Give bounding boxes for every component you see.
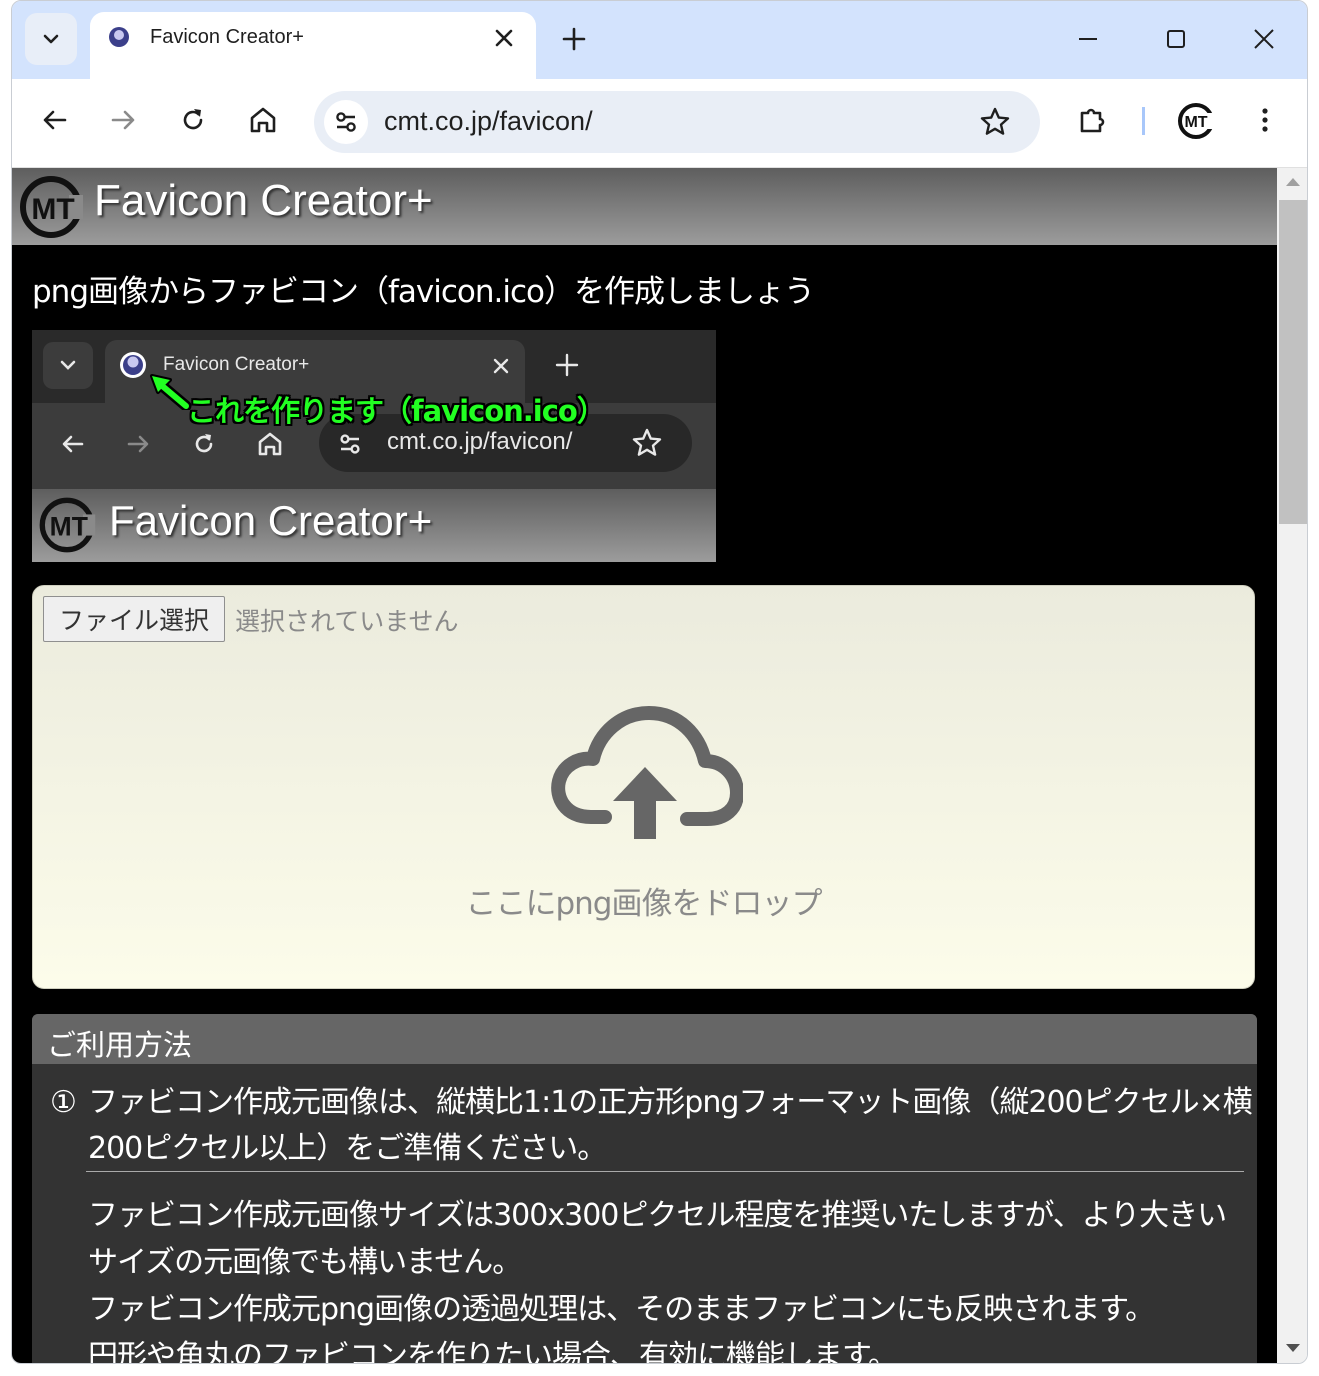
close-icon[interactable] <box>492 26 516 50</box>
usage-title: ご利用方法 <box>47 1028 193 1062</box>
chevron-down-icon <box>43 34 59 44</box>
note-line: 円形や角丸のファビコンを作りたい場合、有効に機能します。 <box>88 1339 898 1364</box>
reload-icon[interactable] <box>176 103 210 137</box>
demo-annotation: これを作ります（favicon.ico） <box>187 394 606 428</box>
reload-icon <box>195 434 213 453</box>
step-divider <box>86 1171 1244 1172</box>
step-number: ① <box>50 1085 77 1120</box>
tune-icon <box>340 434 360 454</box>
tab-title: Favicon Creator+ <box>150 26 304 48</box>
tab-search-button[interactable] <box>25 13 77 65</box>
browser-toolbar: cmt.co.jp/favicon/ MT <box>12 79 1307 168</box>
demo-tab-menu <box>43 342 93 389</box>
cmt-logo: MT <box>39 497 96 553</box>
svg-text:MT: MT <box>1184 114 1207 131</box>
plus-icon <box>555 353 579 377</box>
arrow-icon <box>150 374 192 410</box>
page-viewport: MT Favicon Creator+ png画像からファビコン（favicon… <box>12 168 1277 1364</box>
lead-text: png画像からファビコン（favicon.ico）を作成しましょう <box>32 274 815 310</box>
drop-instruction: ここにpng画像をドロップ <box>465 886 822 922</box>
drop-zone[interactable]: ファイル選択 選択されていません ここにpng画像をドロップ <box>32 585 1255 989</box>
chevron-down-icon <box>60 360 76 370</box>
file-status: 選択されていません <box>235 607 459 636</box>
arrow-right-icon <box>127 435 149 453</box>
usage-panel: ご利用方法 ① ファビコン作成元画像は、縦横比1:1の正方形pngフォーマット画… <box>32 1014 1257 1364</box>
tab-favicon-creator[interactable]: Favicon Creator+ <box>90 12 536 80</box>
site-info-button[interactable] <box>324 100 368 144</box>
tab-strip: Favicon Creator+ <box>12 1 1307 80</box>
note-line: ファビコン作成元画像サイズは300x300ピクセル程度を推奨いたしますが、より大… <box>88 1198 1227 1280</box>
favicon-demo-image: Favicon Creator+ cmt.co.jp/favicon/ MT F… <box>32 330 716 562</box>
favicon-icon <box>109 27 129 47</box>
url-text[interactable]: cmt.co.jp/favicon/ <box>384 106 593 137</box>
address-bar[interactable]: cmt.co.jp/favicon/ <box>314 91 1040 153</box>
puzzle-icon[interactable] <box>1076 103 1110 137</box>
site-header: MT Favicon Creator+ <box>12 168 1277 245</box>
demo-site-header: MT Favicon Creator+ <box>32 489 716 562</box>
svg-text:MT: MT <box>50 512 88 542</box>
note-line: ファビコン作成元png画像の透過処理は、そのままファビコンにも反映されます。 <box>88 1292 1155 1327</box>
arrow-left-icon[interactable] <box>38 103 72 137</box>
demo-url: cmt.co.jp/favicon/ <box>387 428 573 455</box>
scroll-up-arrow[interactable] <box>1286 178 1300 186</box>
star-icon[interactable] <box>978 105 1012 139</box>
cmt-logo-icon[interactable]: MT <box>1176 101 1216 141</box>
step-text: ファビコン作成元画像は、縦横比1:1の正方形pngフォーマット画像（縦200ピク… <box>88 1085 1253 1166</box>
tune-icon <box>336 112 356 132</box>
browser-window: Favicon Creator+ cmt.co.jp/favicon/ MT M… <box>11 0 1308 1364</box>
usage-note: ファビコン作成元画像サイズは300x300ピクセル程度を推奨いたしますが、より大… <box>88 1192 1248 1364</box>
cmt-logo: MT <box>20 176 83 238</box>
close-icon <box>493 358 509 374</box>
plus-icon[interactable] <box>560 25 588 53</box>
cloud-upload-icon <box>551 706 743 839</box>
scroll-down-arrow[interactable] <box>1286 1344 1300 1352</box>
favicon-icon <box>120 352 146 378</box>
close-window-icon[interactable] <box>1248 23 1280 55</box>
scroll-thumb[interactable] <box>1279 200 1307 524</box>
more-vert-icon[interactable] <box>1248 103 1282 137</box>
toolbar-divider <box>1142 107 1145 135</box>
arrow-left-icon <box>62 435 84 453</box>
minimize-icon[interactable] <box>1072 23 1104 55</box>
site-title: Favicon Creator+ <box>94 176 433 225</box>
page-scrollbar[interactable] <box>1277 168 1307 1363</box>
demo-site-title: Favicon Creator+ <box>109 497 433 544</box>
usage-header: ご利用方法 <box>32 1014 1257 1064</box>
maximize-icon[interactable] <box>1160 23 1192 55</box>
arrow-right-icon[interactable] <box>106 103 140 137</box>
star-icon <box>632 428 662 456</box>
file-select-button[interactable]: ファイル選択 <box>43 596 225 642</box>
home-icon[interactable] <box>246 103 280 137</box>
home-icon <box>258 432 282 456</box>
svg-text:MT: MT <box>31 193 74 226</box>
